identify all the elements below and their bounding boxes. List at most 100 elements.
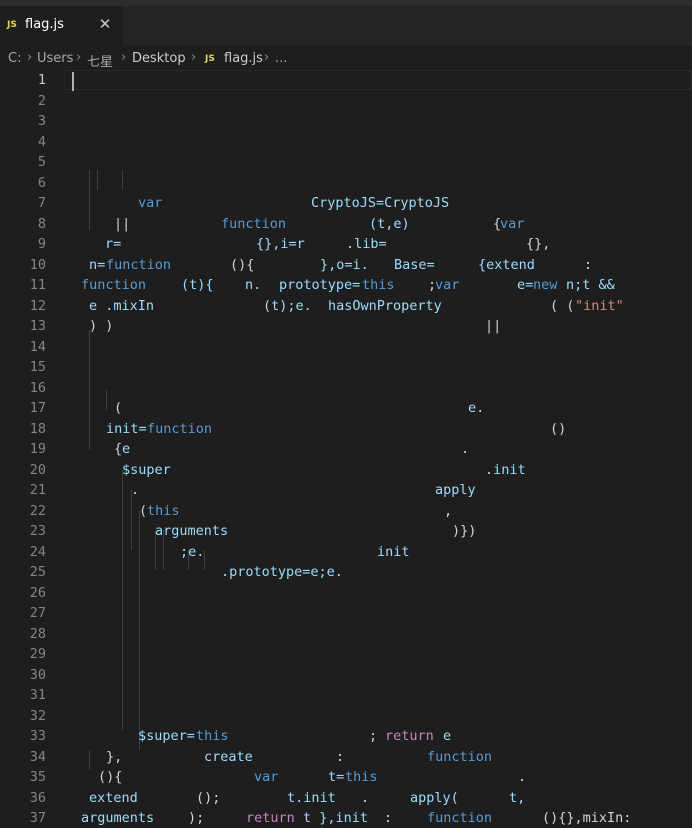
code-token: ); [188, 810, 205, 826]
code-token: function [81, 277, 147, 293]
code-token: r= [105, 236, 122, 252]
line-number: 20 [29, 461, 46, 478]
code-token: .prototype=e;e. [221, 564, 343, 580]
chevron-right-icon: › [191, 50, 197, 65]
code-token: . [461, 441, 470, 457]
line-number: 7 [37, 195, 46, 211]
indent-guide [89, 750, 90, 770]
tab-flag-js[interactable]: JS flag.js ✕ [0, 6, 123, 46]
code-token: new [533, 277, 558, 293]
code-token: e [443, 728, 452, 744]
breadcrumb-drive[interactable]: C: [8, 51, 21, 66]
code-token: || [485, 318, 502, 334]
line-number: 28 [29, 625, 46, 642]
code-token: || [114, 215, 131, 232]
chevron-right-icon: › [264, 50, 270, 65]
code-token: (){ [230, 256, 255, 273]
breadcrumb-user-folder[interactable]: 七星 [87, 51, 113, 70]
code-token: var [435, 277, 460, 293]
line-number: 34 [29, 748, 46, 765]
code-token: CryptoJS=CryptoJS [311, 195, 450, 211]
code-token: . [518, 769, 527, 785]
line-number: 8 [37, 215, 46, 232]
code-token: (); [196, 789, 221, 806]
code-token: e [122, 441, 131, 457]
code-token: e .mixIn [89, 297, 155, 314]
line-number: 17 [29, 400, 46, 416]
line-number: 12 [29, 297, 46, 314]
line-number: 5 [37, 154, 46, 170]
line-number: 19 [29, 441, 46, 457]
code-token: (t);e. [263, 297, 312, 314]
code-token: (){},mixIn: [542, 810, 632, 826]
code-token: extend [89, 789, 138, 806]
code-token: create [204, 748, 253, 765]
close-icon[interactable]: ✕ [96, 15, 114, 33]
code-token: : [384, 810, 393, 826]
code-token: . [361, 789, 370, 806]
line-number: 24 [29, 543, 46, 560]
line-number: 36 [29, 789, 46, 806]
code-token: e= [517, 277, 534, 293]
line-number: 9 [37, 236, 46, 252]
code-token: (t,e) [369, 215, 410, 232]
code-token: . [131, 482, 140, 498]
code-token: },o=i. [320, 256, 369, 273]
indent-guide [106, 390, 107, 410]
code-token: (){ [98, 769, 123, 785]
breadcrumb-users[interactable]: Users [37, 51, 73, 66]
code-token: this [147, 502, 180, 519]
code-token: function [427, 748, 493, 765]
code-token: )}) [452, 523, 477, 539]
indent-guide [122, 470, 123, 730]
current-line-highlight [64, 70, 692, 90]
line-number: 10 [29, 256, 46, 273]
code-token: function [427, 810, 493, 826]
code-token: Base= [394, 256, 435, 273]
code-token: ( [139, 502, 148, 519]
line-number: 14 [29, 338, 46, 355]
chevron-right-icon: › [76, 50, 82, 65]
code-token: { [114, 441, 123, 457]
breadcrumb-file[interactable]: flag.js [224, 51, 263, 66]
line-number: 31 [29, 687, 46, 703]
line-number: 13 [29, 318, 46, 334]
code-token: ( ( [550, 297, 575, 314]
code-token: ) ) [89, 318, 114, 334]
code-token: return [246, 810, 295, 826]
code-token: arguments [81, 810, 155, 826]
code-token: hasOwnProperty [328, 297, 442, 314]
code-token: var [138, 195, 163, 211]
code-token: var [254, 769, 279, 785]
line-number: 33 [29, 728, 46, 744]
code-token: , [444, 502, 453, 519]
code-editor[interactable]: 1 2 3 4 5 6 7 8 9 10 11 12 13 14 15 16 17 18 19 20 21 22 23 24 2… [0, 70, 692, 826]
breadcrumb: C: › Users › 七星 › Desktop › JS flag.js ›… [0, 46, 692, 70]
code-token: $super= [138, 728, 195, 744]
line-number: 27 [29, 605, 46, 621]
code-token: this [345, 769, 378, 785]
line-number: 25 [29, 564, 46, 580]
line-number: 1 [37, 72, 46, 88]
chevron-right-icon: › [27, 50, 33, 65]
javascript-file-icon: JS [205, 54, 215, 64]
breadcrumb-desktop[interactable]: Desktop [132, 51, 186, 66]
code-token: e. [468, 400, 485, 416]
code-token: () [550, 420, 567, 437]
line-number: 26 [29, 584, 46, 601]
code-token: ;e. [180, 543, 205, 560]
line-number: 37 [29, 810, 46, 826]
code-token: arguments [155, 523, 229, 539]
code-token: var [500, 215, 525, 232]
line-number: 21 [29, 482, 46, 498]
code-token: .lib= [346, 236, 387, 252]
indent-guide [139, 510, 140, 750]
code-token: function [147, 420, 213, 437]
line-number: 29 [29, 646, 46, 662]
code-token: this [196, 728, 229, 744]
tab-bar: JS flag.js ✕ [0, 6, 692, 46]
breadcrumb-more[interactable]: ... [275, 51, 287, 66]
code-token: .init [485, 461, 526, 478]
code-token: this [362, 277, 395, 293]
code-token: function [106, 256, 172, 273]
